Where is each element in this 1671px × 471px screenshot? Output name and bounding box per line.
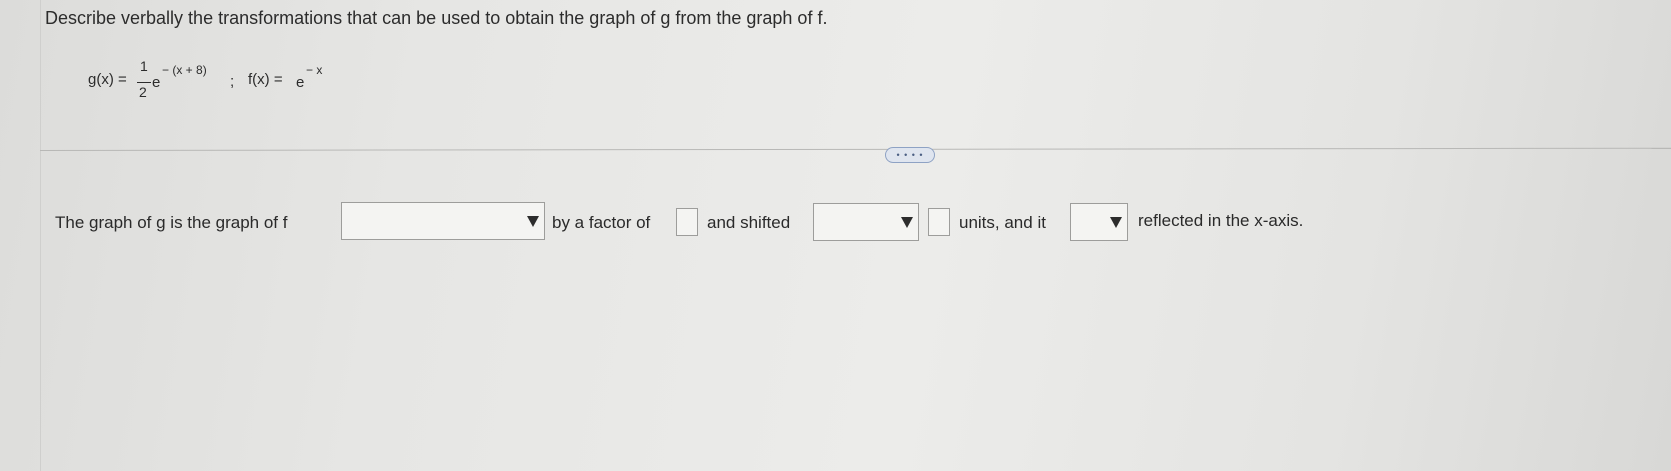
answer-text-2: by a factor of [552, 213, 651, 232]
caret-down-icon [527, 215, 539, 227]
dropdown-arrow-area[interactable] [1105, 204, 1127, 240]
reflection-dropdown[interactable] [1070, 203, 1128, 241]
answer-text-3: and shifted [707, 213, 791, 232]
direction-dropdown[interactable] [813, 203, 919, 241]
dropdown-arrow-area[interactable] [522, 203, 544, 239]
page-background: Describe verbally the transformations th… [0, 0, 1671, 471]
caret-down-icon [1110, 216, 1122, 228]
dropdown-arrow-area[interactable] [896, 204, 918, 240]
caret-down-icon [901, 216, 913, 228]
answer-text-1: The graph of g is the graph of f [55, 213, 288, 232]
answer-text-5: reflected in the x-axis. [1138, 211, 1304, 230]
units-input[interactable] [928, 208, 950, 236]
factor-input[interactable] [676, 208, 698, 236]
answer-sentence: The graph of g is the graph of f by a fa… [0, 0, 1671, 471]
transformation-dropdown[interactable] [341, 202, 545, 240]
answer-text-4: units, and it [959, 213, 1046, 232]
